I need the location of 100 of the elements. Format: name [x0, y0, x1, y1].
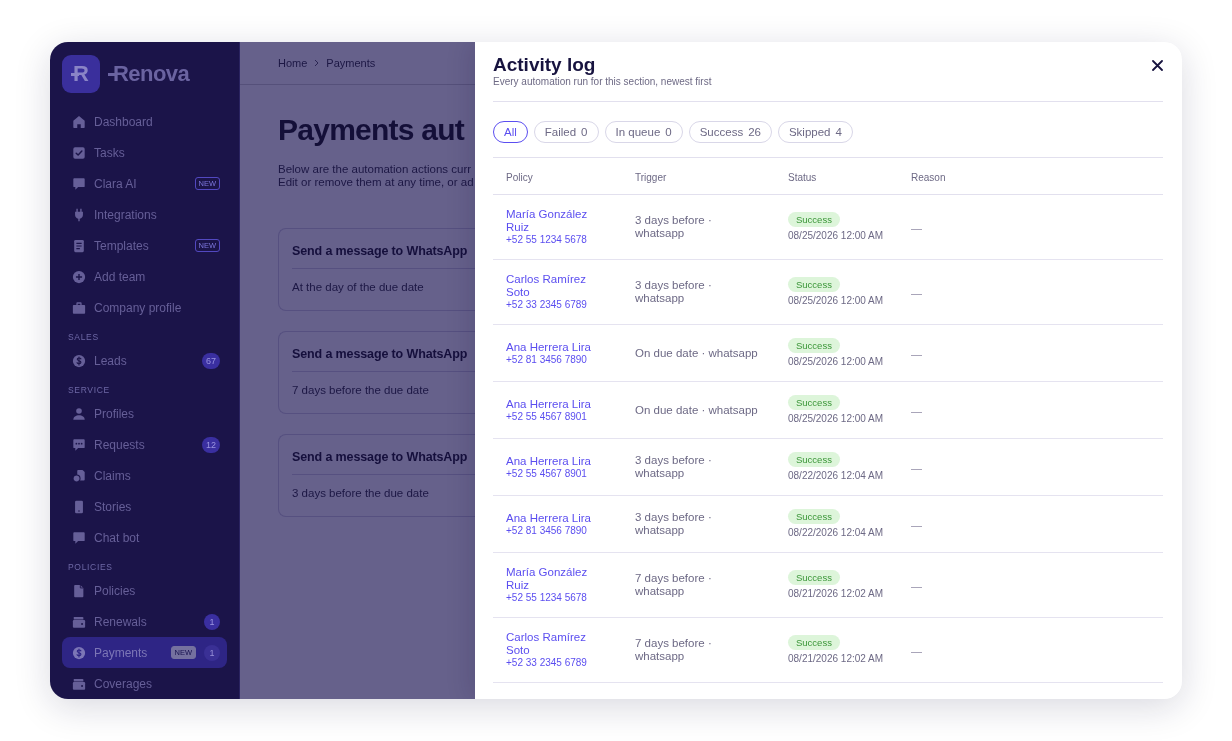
reason-text: — [911, 645, 922, 657]
count-badge: 12 [202, 436, 220, 453]
logo-wordmark: Renova [108, 61, 190, 87]
phone-number: +52 33 2345 6789 [506, 657, 587, 669]
column-header: Trigger [635, 172, 667, 183]
sidebar-item[interactable]: Add team [62, 261, 227, 292]
breadcrumb-current: Payments [326, 56, 376, 70]
page-title: Payments aut [278, 112, 466, 148]
policy-holder-link[interactable]: Ana Herrera Lira [506, 511, 606, 525]
filter-chip[interactable]: Skipped 4 [777, 121, 853, 143]
policy-holder-link[interactable]: Ana Herrera Lira [506, 397, 606, 411]
chat-dots-icon [72, 437, 86, 452]
trigger-text: 7 days before · whatsapp [635, 637, 713, 663]
status-badge: Success [788, 338, 840, 353]
filter-chip[interactable]: All [493, 121, 528, 143]
column-header: Reason [911, 172, 946, 183]
page-description: Below are the automation actions curr Edit or remove them at any time, or ad [278, 163, 475, 188]
run-timestamp: 08/25/2026 12:00 AM [788, 230, 884, 242]
count-badge: 1 [204, 613, 220, 630]
policy-holder-link[interactable]: María González Ruiz [506, 208, 606, 234]
sidebar-item[interactable]: Dashboard [62, 106, 227, 137]
dollar-circle-icon [72, 645, 86, 660]
status-badge: Success [788, 395, 840, 410]
phone-number: +52 81 3456 7890 [506, 524, 587, 537]
breadcrumb-link[interactable]: Home [278, 56, 308, 70]
panel-subtitle: Every automation run for this section, newest first [493, 76, 712, 88]
policy-holder-link[interactable]: Ana Herrera Lira [506, 454, 606, 468]
trigger-text: 3 days before · whatsapp [635, 214, 713, 240]
trigger-text: 3 days before · whatsapp [635, 279, 713, 305]
trigger-text: On due date · whatsapp [635, 403, 759, 417]
sidebar-item[interactable]: Leads 67 [62, 345, 227, 376]
document-icon [72, 238, 86, 253]
policy-holder-link[interactable]: Carlos Ramírez Soto [506, 631, 606, 657]
reason-text: — [911, 519, 922, 531]
status-badge: Success [788, 635, 840, 650]
phone-number: +52 33 2345 6789 [506, 299, 587, 311]
sidebar-item[interactable]: Requests 12 [62, 429, 227, 460]
sidebar-item[interactable]: Integrations [62, 199, 227, 230]
section-label: POLICIES [68, 562, 113, 572]
trigger-text: 3 days before · whatsapp [635, 454, 713, 480]
chat-bubble-icon [72, 176, 86, 191]
count-badge: 1 [204, 644, 220, 661]
reason-text: — [911, 348, 922, 360]
run-timestamp: 08/25/2026 12:00 AM [788, 413, 884, 425]
run-timestamp: 08/22/2026 12:04 AM [788, 470, 884, 482]
run-timestamp: 08/22/2026 12:04 AM [788, 527, 884, 539]
phone-number: +52 55 1234 5678 [506, 592, 587, 604]
phone-number: +52 55 4567 8901 [506, 467, 587, 480]
status-badge: Success [788, 509, 840, 524]
phone-number: +52 55 4567 8901 [506, 410, 587, 423]
section-label: SERVICE [68, 385, 110, 395]
sidebar-item[interactable]: Coverages [62, 668, 227, 699]
status-badge: Success [788, 212, 840, 227]
sidebar-item[interactable]: Claims [62, 460, 227, 491]
run-timestamp: 08/21/2026 12:02 AM [788, 588, 884, 600]
policy-holder-link[interactable]: María González Ruiz [506, 566, 606, 592]
reason-text: — [911, 462, 922, 474]
trigger-text: 7 days before · whatsapp [635, 572, 713, 598]
policy-holder-link[interactable]: Carlos Ramírez Soto [506, 273, 606, 299]
panel-title: Activity log [493, 54, 597, 76]
phone-icon [72, 499, 86, 514]
checkbox-icon [72, 145, 86, 160]
section-label: SALES [68, 332, 99, 342]
trigger-text: On due date · whatsapp [635, 346, 759, 360]
card-subtitle: At the day of the due date [292, 280, 425, 294]
sidebar-item[interactable]: Chat bot [62, 522, 227, 553]
filter-chip[interactable]: Failed 0 [533, 121, 599, 143]
trigger-text: 3 days before · whatsapp [635, 511, 713, 537]
status-badge: Success [788, 277, 840, 292]
wallet-icon [72, 614, 86, 629]
reason-text: — [911, 287, 922, 299]
run-timestamp: 08/21/2026 12:02 AM [788, 653, 884, 665]
sidebar-item[interactable]: Stories [62, 491, 227, 522]
card-subtitle: 3 days before the due date [292, 486, 430, 500]
run-timestamp: 08/25/2026 12:00 AM [788, 295, 884, 307]
sidebar-item[interactable]: Policies [62, 575, 227, 606]
count-badge: 67 [202, 352, 220, 369]
status-badge: Success [788, 570, 840, 585]
sidebar-item[interactable]: Tasks [62, 137, 227, 168]
file-icon [72, 583, 86, 598]
policy-holder-link[interactable]: Ana Herrera Lira [506, 340, 606, 354]
filter-chip[interactable]: Success 26 [688, 121, 772, 143]
plus-circle-icon [72, 269, 86, 284]
card-subtitle: 7 days before the due date [292, 383, 430, 397]
filter-chip[interactable]: In queue 0 [604, 121, 683, 143]
column-header: Status [788, 172, 817, 183]
chat-bubble-icon [72, 530, 86, 545]
reason-text: — [911, 405, 922, 417]
person-icon [72, 406, 86, 421]
sidebar-item[interactable]: Renewals 1 [62, 606, 227, 637]
phone-number: +52 81 3456 7890 [506, 353, 587, 366]
chevron-right-icon [314, 59, 320, 67]
coin-document-icon [72, 468, 86, 483]
reason-text: — [911, 580, 922, 592]
sidebar-item[interactable]: Profiles [62, 398, 227, 429]
card-title: Send a message to WhatsApp [292, 346, 469, 362]
card-title: Send a message to WhatsApp [292, 243, 469, 259]
sidebar-item[interactable]: Company profile [62, 292, 227, 323]
home-icon [72, 114, 86, 129]
phone-number: +52 55 1234 5678 [506, 234, 587, 246]
